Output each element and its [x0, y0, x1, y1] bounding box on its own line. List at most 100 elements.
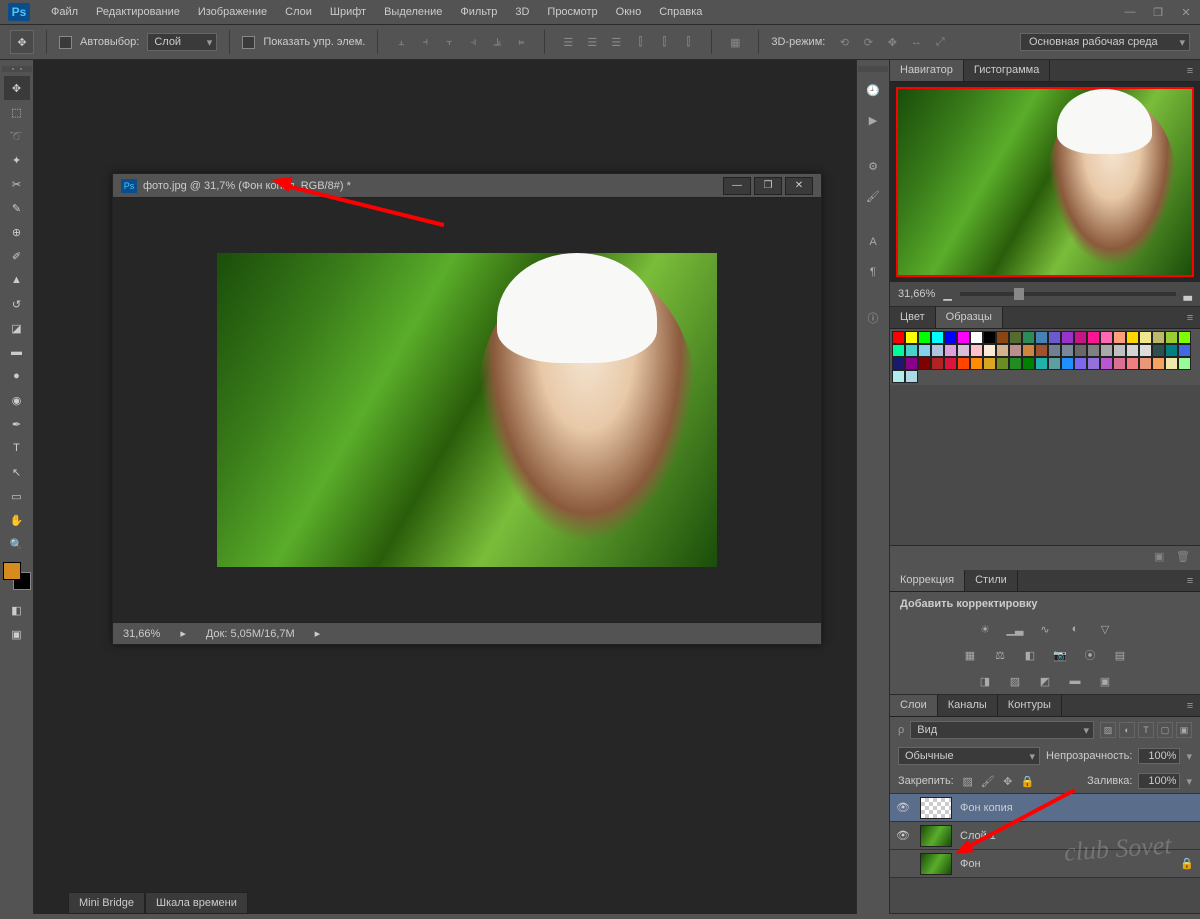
auto-align-icon[interactable]: ▦ [724, 31, 746, 53]
tab-paths[interactable]: Контуры [998, 695, 1062, 716]
zoom-tool[interactable]: 🔍 [4, 532, 30, 556]
swatch[interactable] [1178, 344, 1191, 357]
lock-pixels-icon[interactable]: 🖌 [980, 773, 996, 789]
3d-scale-icon[interactable]: ⤢ [929, 31, 951, 53]
channel-mixer-icon[interactable]: ⦿ [1079, 646, 1101, 664]
swatch[interactable] [918, 344, 931, 357]
tab-timeline[interactable]: Шкала времени [145, 892, 248, 914]
swatch[interactable] [931, 344, 944, 357]
swatch[interactable] [1139, 331, 1152, 344]
auto-select-mode[interactable]: Слой [147, 33, 217, 51]
type-tool[interactable]: T [4, 436, 30, 460]
hue-icon[interactable]: ▦ [959, 646, 981, 664]
minimize-button[interactable]: — [1116, 1, 1144, 23]
menu-window[interactable]: Окно [607, 2, 651, 22]
swatch[interactable] [957, 357, 970, 370]
align-left-icon[interactable]: ⫣ [462, 31, 484, 53]
swatch[interactable] [1152, 331, 1165, 344]
tab-color[interactable]: Цвет [890, 307, 936, 328]
opacity-input[interactable]: 100% [1138, 748, 1180, 764]
actions-panel-icon[interactable]: ▶ [861, 108, 885, 132]
document-canvas[interactable] [113, 198, 821, 622]
photo-filter-icon[interactable]: 📷 [1049, 646, 1071, 664]
tab-histogram[interactable]: Гистограмма [964, 60, 1051, 81]
properties-panel-icon[interactable]: ⚙ [861, 154, 885, 178]
curves-icon[interactable]: ∿ [1034, 620, 1056, 638]
filter-shape-icon[interactable]: ▢ [1157, 722, 1173, 738]
swatch[interactable] [1100, 344, 1113, 357]
auto-select-checkbox[interactable] [59, 36, 72, 49]
menu-image[interactable]: Изображение [189, 2, 276, 22]
move-tool-indicator[interactable]: ✥ [10, 30, 34, 54]
swatch[interactable] [944, 357, 957, 370]
wand-tool[interactable]: ✦ [4, 148, 30, 172]
dist-hcenter-icon[interactable]: ⫿ [653, 31, 675, 53]
swatch[interactable] [957, 344, 970, 357]
swatch[interactable] [1061, 357, 1074, 370]
swatch[interactable] [1087, 331, 1100, 344]
swatch[interactable] [1009, 357, 1022, 370]
swatch[interactable] [1126, 357, 1139, 370]
swatch[interactable] [892, 370, 905, 383]
layer-row[interactable]: Фон🔒 [890, 850, 1200, 878]
tab-styles[interactable]: Стили [965, 570, 1018, 591]
align-hcenter-icon[interactable]: ⫡ [486, 31, 508, 53]
tab-channels[interactable]: Каналы [938, 695, 998, 716]
swatch[interactable] [931, 357, 944, 370]
swatch[interactable] [1126, 331, 1139, 344]
layer-thumbnail[interactable] [920, 797, 952, 819]
blur-tool[interactable]: ● [4, 364, 30, 388]
brightness-icon[interactable]: ☀ [974, 620, 996, 638]
tab-swatches[interactable]: Образцы [936, 307, 1003, 328]
swatch[interactable] [1152, 344, 1165, 357]
layer-thumbnail[interactable] [920, 853, 952, 875]
layer-visibility-icon[interactable]: 👁 [896, 801, 912, 814]
swatch[interactable] [1074, 344, 1087, 357]
lookup-icon[interactable]: ▤ [1109, 646, 1131, 664]
menu-layers[interactable]: Слои [276, 2, 321, 22]
swatch[interactable] [1061, 344, 1074, 357]
new-adj-icon[interactable]: ▣ [1154, 550, 1170, 566]
swatch[interactable] [931, 331, 944, 344]
swatch[interactable] [1022, 344, 1035, 357]
swatch[interactable] [970, 331, 983, 344]
color-swatch[interactable] [3, 562, 31, 590]
hand-tool[interactable]: ✋ [4, 508, 30, 532]
dodge-tool[interactable]: ◉ [4, 388, 30, 412]
doc-close-button[interactable]: ✕ [785, 177, 813, 195]
swatch[interactable] [1048, 344, 1061, 357]
swatch[interactable] [1022, 331, 1035, 344]
zoom-slider[interactable] [960, 292, 1176, 296]
stamp-tool[interactable]: ▲ [4, 268, 30, 292]
move-tool[interactable]: ✥ [4, 76, 30, 100]
layer-visibility-icon[interactable]: 👁 [896, 829, 912, 842]
brushes-panel-icon[interactable]: 🖌 [861, 184, 885, 208]
threshold-icon[interactable]: ◩ [1034, 672, 1056, 690]
bw-icon[interactable]: ◧ [1019, 646, 1041, 664]
swatch[interactable] [1035, 344, 1048, 357]
marquee-tool[interactable]: ⬚ [4, 100, 30, 124]
history-brush-tool[interactable]: ↺ [4, 292, 30, 316]
swatch[interactable] [1100, 357, 1113, 370]
swatch[interactable] [996, 344, 1009, 357]
dist-right-icon[interactable]: ⫿ [677, 31, 699, 53]
info-panel-icon[interactable]: ⓘ [861, 306, 885, 330]
toolbox-handle[interactable] [2, 66, 32, 72]
eraser-tool[interactable]: ◪ [4, 316, 30, 340]
swatch[interactable] [1113, 344, 1126, 357]
doc-info-arrow[interactable]: ▸ [315, 627, 321, 640]
swatch[interactable] [944, 344, 957, 357]
document-zoom[interactable]: 31,66% [123, 628, 160, 640]
swatch[interactable] [892, 331, 905, 344]
doc-info-icon[interactable]: ▸ [180, 627, 186, 640]
blend-mode-select[interactable]: Обычные [898, 747, 1040, 765]
navigator-zoom[interactable]: 31,66% [898, 288, 935, 300]
layer-thumbnail[interactable] [920, 825, 952, 847]
adjustments-menu[interactable]: ≡ [1180, 570, 1200, 591]
swatch[interactable] [1074, 331, 1087, 344]
tab-navigator[interactable]: Навигатор [890, 60, 964, 81]
swatch[interactable] [983, 357, 996, 370]
close-button[interactable]: ✕ [1172, 1, 1200, 23]
pen-tool[interactable]: ✒ [4, 412, 30, 436]
doc-maximize-button[interactable]: ❐ [754, 177, 782, 195]
